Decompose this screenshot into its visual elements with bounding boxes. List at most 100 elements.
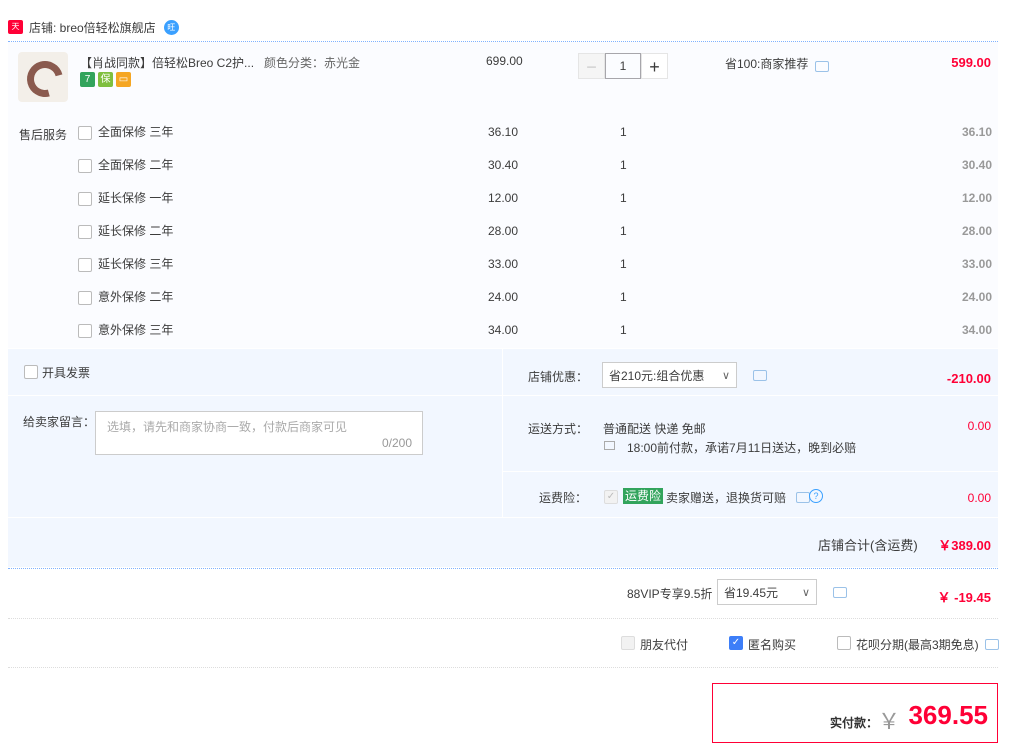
help-icon[interactable]: ? bbox=[809, 489, 823, 503]
tmall-badge: 天猫 bbox=[8, 20, 23, 45]
service-total: 30.40 bbox=[961, 158, 992, 172]
service-qty: 1 bbox=[620, 290, 627, 304]
service-price: 34.00 bbox=[488, 323, 519, 337]
vip-discount-select[interactable]: 省19.45元 ∨ bbox=[717, 579, 817, 605]
store-total-label: 店铺合计(含运费) bbox=[818, 538, 918, 553]
pay-amount: 369.55 bbox=[908, 700, 988, 730]
discount-amount: -210.00 bbox=[946, 371, 991, 386]
item-total: 599.00 bbox=[951, 55, 991, 70]
warranty-icon: 保 bbox=[98, 72, 113, 87]
huabei-checkbox[interactable] bbox=[837, 636, 851, 650]
service-row: 全面保修 二年 30.40 1 30.40 bbox=[8, 149, 998, 182]
seller-message-field[interactable]: 选填，请先和商家协商一致，付款后商家可见 0/200 bbox=[95, 411, 423, 455]
store-discount-label: 店铺优惠： bbox=[528, 370, 589, 384]
chevron-down-icon: ∨ bbox=[721, 369, 730, 382]
product-thumbnail[interactable] bbox=[18, 52, 68, 102]
invoice-checkbox[interactable] bbox=[24, 365, 38, 379]
divider bbox=[8, 395, 502, 396]
shipping-label: 运送方式： bbox=[528, 422, 589, 436]
insurance-amount: 0.00 bbox=[967, 491, 991, 505]
store-total-amount: ￥389.00 bbox=[938, 538, 991, 553]
store-name[interactable]: 店铺: breo倍轻松旗舰店 bbox=[29, 19, 156, 36]
message-placeholder: 选填，请先和商家协商一致，付款后商家可见 bbox=[107, 420, 348, 434]
service-total: 34.00 bbox=[961, 323, 992, 337]
delivery-promise: 18:00前付款，承诺7月11日送达，晚到必赔 bbox=[627, 441, 857, 455]
message-counter: 0/200 bbox=[381, 436, 412, 450]
service-name: 延长保修 三年 bbox=[98, 257, 174, 271]
friend-pay-checkbox[interactable] bbox=[621, 636, 635, 650]
decrease-quantity-button[interactable]: − bbox=[578, 53, 605, 79]
huabei-info-icon[interactable] bbox=[985, 639, 999, 650]
pay-label: 实付款： bbox=[830, 716, 879, 730]
quantity-stepper: − 1 + bbox=[578, 53, 668, 79]
service-checkbox[interactable] bbox=[78, 225, 92, 239]
service-qty: 1 bbox=[620, 323, 627, 337]
product-title[interactable]: 【肖战同款】倍轻松Breo C2护... bbox=[80, 54, 256, 71]
seven-day-return-icon: 7 bbox=[80, 72, 95, 87]
invoice-label: 开具发票 bbox=[42, 366, 91, 380]
service-total: 36.10 bbox=[961, 125, 992, 139]
product-badges: 7 保 ▭ bbox=[80, 72, 131, 87]
service-total: 28.00 bbox=[961, 224, 992, 238]
divider bbox=[8, 517, 998, 518]
vip-selected: 省19.45元 bbox=[724, 585, 779, 600]
service-total: 24.00 bbox=[961, 290, 992, 304]
service-row: 延长保修 一年 12.00 1 12.00 bbox=[8, 182, 998, 215]
service-qty: 1 bbox=[620, 257, 627, 271]
pay-currency: ￥ bbox=[878, 709, 901, 734]
vip-label: 88VIP专享9.5折 bbox=[627, 587, 713, 601]
service-name: 延长保修 一年 bbox=[98, 191, 174, 205]
credit-card-icon: ▭ bbox=[116, 72, 131, 87]
promo-info-icon[interactable] bbox=[815, 61, 829, 72]
service-name: 意外保修 二年 bbox=[98, 290, 174, 304]
vip-info-icon[interactable] bbox=[833, 587, 847, 598]
discount-selected: 省210元:组合优惠 bbox=[609, 368, 705, 383]
divider bbox=[502, 349, 503, 517]
service-checkbox[interactable] bbox=[78, 126, 92, 140]
service-row: 延长保修 二年 28.00 1 28.00 bbox=[8, 215, 998, 248]
service-row: 全面保修 三年 36.10 1 36.10 bbox=[8, 116, 998, 149]
service-qty: 1 bbox=[620, 224, 627, 238]
service-price: 28.00 bbox=[488, 224, 519, 238]
service-checkbox[interactable] bbox=[78, 159, 92, 173]
vip-amount: ￥ -19.45 bbox=[937, 590, 991, 605]
service-row: 意外保修 二年 24.00 1 24.00 bbox=[8, 281, 998, 314]
huabei-label: 花呗分期(最高3期免息) bbox=[856, 638, 979, 652]
wangwang-chat-icon[interactable]: 旺 bbox=[163, 19, 179, 35]
service-total: 12.00 bbox=[961, 191, 992, 205]
shipping-amount: 0.00 bbox=[967, 419, 991, 433]
service-price: 36.10 bbox=[488, 125, 519, 139]
store-discount-select[interactable]: 省210元:组合优惠 ∨ bbox=[602, 362, 737, 388]
shipping-method: 普通配送 快递 免邮 bbox=[603, 422, 706, 436]
service-total: 33.00 bbox=[961, 257, 992, 271]
service-name: 意外保修 三年 bbox=[98, 323, 174, 337]
increase-quantity-button[interactable]: + bbox=[641, 53, 668, 79]
section-divider bbox=[8, 568, 998, 569]
service-qty: 1 bbox=[620, 158, 627, 172]
friend-pay-label: 朋友代付 bbox=[640, 638, 689, 652]
store-header: 天猫 店铺: breo倍轻松旗舰店 旺 bbox=[8, 14, 998, 45]
discount-info-icon[interactable] bbox=[753, 370, 767, 381]
service-row: 延长保修 三年 33.00 1 33.00 bbox=[8, 248, 998, 281]
service-checkbox[interactable] bbox=[78, 192, 92, 206]
message-label: 给卖家留言： bbox=[23, 415, 96, 429]
service-price: 12.00 bbox=[488, 191, 519, 205]
insurance-desc: 卖家赠送，退换货可赔 bbox=[666, 491, 787, 505]
delivery-icon bbox=[604, 441, 615, 450]
service-name: 延长保修 二年 bbox=[98, 224, 174, 238]
anonymous-checkbox[interactable]: ✓ bbox=[729, 636, 743, 650]
service-checkbox[interactable] bbox=[78, 258, 92, 272]
service-checkbox[interactable] bbox=[78, 324, 92, 338]
service-checkbox[interactable] bbox=[78, 291, 92, 305]
service-qty: 1 bbox=[620, 191, 627, 205]
item-promo: 省100:商家推荐 bbox=[725, 57, 809, 71]
insurance-info-icon[interactable] bbox=[796, 492, 810, 503]
service-price: 30.40 bbox=[488, 158, 519, 172]
insurance-checkbox[interactable]: ✓ bbox=[604, 490, 618, 504]
service-qty: 1 bbox=[620, 125, 627, 139]
service-price: 33.00 bbox=[488, 257, 519, 271]
divider bbox=[503, 471, 998, 472]
service-name: 全面保修 三年 bbox=[98, 125, 174, 139]
quantity-input[interactable]: 1 bbox=[605, 53, 641, 79]
product-sku: 颜色分类：赤光金 bbox=[264, 56, 361, 70]
